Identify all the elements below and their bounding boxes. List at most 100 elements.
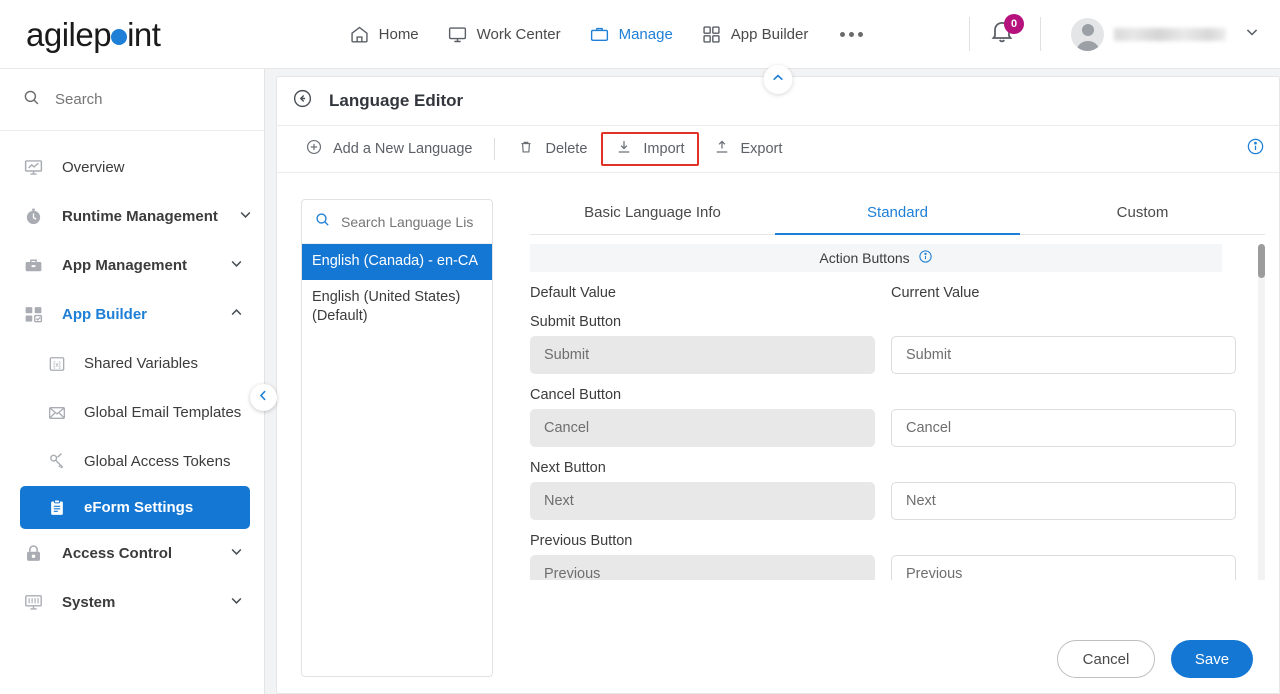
- language-list-item-en-us[interactable]: English (United States) (Default): [302, 280, 492, 335]
- chevron-down-icon[interactable]: [227, 254, 246, 278]
- cancel-button[interactable]: Cancel: [1057, 640, 1155, 678]
- system-icon: [22, 592, 44, 613]
- divider: [969, 17, 970, 51]
- export-button[interactable]: Export: [699, 133, 797, 165]
- language-search-input[interactable]: [341, 213, 479, 230]
- variable-icon: [x]: [46, 354, 68, 374]
- form-scrollbar[interactable]: [1258, 244, 1265, 580]
- nav-item-work-center[interactable]: Work Center: [447, 24, 561, 45]
- clipboard-icon: [46, 498, 68, 518]
- chevron-down-icon[interactable]: [236, 205, 255, 229]
- sidebar-item-overview[interactable]: Overview: [0, 143, 264, 192]
- divider: [494, 138, 496, 160]
- chevron-down-icon[interactable]: [227, 542, 246, 566]
- nav-item-work-center-label: Work Center: [476, 25, 561, 43]
- info-circle-icon[interactable]: [918, 249, 933, 267]
- sidebar-item-shared-variables[interactable]: [x] Shared Variables: [0, 339, 264, 388]
- search-icon: [314, 211, 331, 233]
- tab-standard-label: Standard: [867, 204, 928, 221]
- key-icon: [46, 452, 68, 472]
- sidebar-item-global-access-tokens[interactable]: Global Access Tokens: [0, 437, 264, 486]
- search-input[interactable]: [55, 91, 205, 108]
- export-label: Export: [740, 141, 783, 157]
- svg-text:[x]: [x]: [53, 360, 61, 368]
- delete-label: Delete: [545, 141, 588, 157]
- top-bar: agilep int Home Work Center Manage App B…: [0, 0, 1280, 69]
- sidebar-item-app-management[interactable]: App Management: [0, 241, 264, 290]
- import-button[interactable]: Import: [601, 132, 699, 166]
- save-button[interactable]: Save: [1171, 640, 1253, 678]
- plus-circle-icon: [305, 138, 323, 160]
- chevron-down-icon[interactable]: [227, 591, 246, 615]
- language-form: Basic Language Info Standard Custom Acti…: [530, 186, 1265, 686]
- panel-toolbar: Add a New Language Delete Import Export: [277, 126, 1279, 173]
- account-chevron-down-icon[interactable]: [1242, 22, 1262, 47]
- add-new-language-label: Add a New Language: [333, 141, 473, 157]
- column-header-current-value: Current Value: [891, 285, 980, 301]
- language-search[interactable]: [302, 200, 492, 244]
- grid-check-icon: [22, 304, 44, 325]
- section-header-action-buttons: Action Buttons: [530, 244, 1222, 272]
- form-row-next-button: Next Button Next Next: [530, 447, 1265, 520]
- page-title: Language Editor: [329, 91, 464, 110]
- divider: [1040, 17, 1041, 51]
- sidebar-item-runtime-management[interactable]: Runtime Management: [0, 192, 264, 241]
- bell-icon: [988, 21, 1016, 49]
- sidebar-item-eform-settings[interactable]: eForm Settings: [20, 486, 250, 529]
- language-list-item-en-ca[interactable]: English (Canada) - en-CA: [302, 244, 492, 280]
- sidebar-item-system[interactable]: System: [0, 578, 264, 627]
- toolbar-info-button[interactable]: [1246, 137, 1265, 161]
- brand-logo-text: agilep int: [26, 15, 161, 53]
- main-content: Language Editor Add a New Language Delet…: [265, 65, 1280, 694]
- brand-name-part-b: int: [127, 15, 161, 53]
- sidebar-item-access-control-label: Access Control: [62, 545, 173, 562]
- info-circle-icon: [1246, 137, 1265, 161]
- sidebar-item-app-builder[interactable]: App Builder: [0, 290, 264, 339]
- sidebar-item-eform-settings-label: eForm Settings: [84, 499, 194, 516]
- notifications-button[interactable]: 0: [988, 14, 1024, 51]
- avatar[interactable]: [1071, 17, 1104, 51]
- sidebar-item-overview-label: Overview: [62, 159, 125, 176]
- delete-button[interactable]: Delete: [503, 133, 601, 165]
- current-value-cancel-input[interactable]: Cancel: [891, 409, 1236, 447]
- account-name: [1114, 27, 1226, 41]
- top-bar-right: 0: [951, 14, 1280, 51]
- current-value-next-input[interactable]: Next: [891, 482, 1236, 520]
- nav-item-manage[interactable]: Manage: [589, 24, 673, 45]
- tab-standard[interactable]: Standard: [775, 204, 1020, 235]
- chevron-left-icon: [256, 388, 271, 408]
- brand-logo[interactable]: agilep int: [0, 18, 265, 51]
- language-list-item-label: English (Canada) - en-CA: [312, 253, 479, 269]
- form-scrollbar-thumb[interactable]: [1258, 244, 1265, 278]
- nav-item-manage-label: Manage: [618, 25, 673, 43]
- panel-collapse-toggle[interactable]: [763, 65, 793, 94]
- back-button[interactable]: [292, 88, 313, 114]
- circle-dot-icon: [111, 28, 128, 45]
- chevron-up-icon: [771, 70, 786, 90]
- form-row-label: Submit Button: [530, 314, 622, 330]
- form-row-label: Next Button: [530, 460, 606, 476]
- default-value-cancel: Cancel: [530, 409, 875, 447]
- nav-item-app-builder[interactable]: App Builder: [701, 24, 808, 45]
- sidebar-item-access-control[interactable]: Access Control: [0, 529, 264, 578]
- add-new-language-button[interactable]: Add a New Language: [291, 133, 486, 165]
- sidebar-item-global-access-tokens-label: Global Access Tokens: [84, 453, 231, 470]
- default-value-next: Next: [530, 482, 875, 520]
- chevron-up-icon[interactable]: [227, 303, 246, 327]
- import-label: Import: [643, 141, 685, 157]
- tab-custom[interactable]: Custom: [1020, 204, 1265, 234]
- sidebar-item-global-email-templates[interactable]: Global Email Templates: [0, 388, 264, 437]
- avatar-body: [1076, 40, 1099, 51]
- overview-icon: [22, 157, 44, 178]
- envelope-icon: [46, 403, 68, 423]
- sidebar-search[interactable]: [0, 69, 264, 131]
- sidebar-collapse-button[interactable]: [250, 384, 277, 411]
- grid-icon: [701, 24, 722, 45]
- tab-basic-language-info[interactable]: Basic Language Info: [530, 204, 775, 234]
- column-headers: Default Value Current Value: [530, 285, 1265, 301]
- current-value-previous-input[interactable]: Previous: [891, 555, 1236, 580]
- current-value-submit-input[interactable]: Submit: [891, 336, 1236, 374]
- nav-item-home[interactable]: Home: [349, 24, 419, 45]
- ellipsis-icon[interactable]: [836, 31, 867, 37]
- briefcase-icon: [589, 24, 610, 45]
